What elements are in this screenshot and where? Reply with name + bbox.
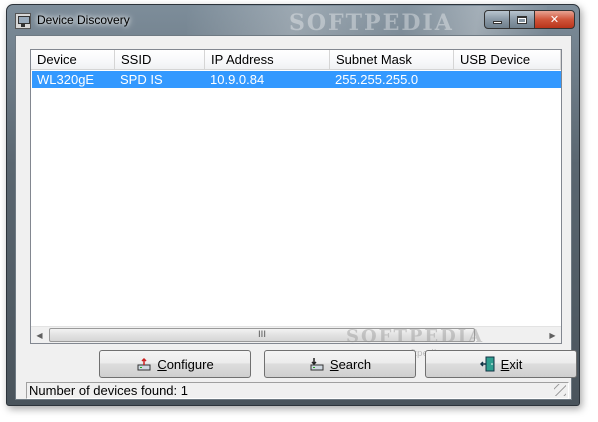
close-icon: ✕ [549, 13, 560, 26]
resize-grip-icon[interactable] [554, 384, 566, 396]
softpedia-watermark-top: SOFTPEDIA [289, 10, 454, 36]
scroll-left-arrow-icon[interactable]: ◀ [31, 327, 48, 343]
exit-label: Exit [500, 356, 523, 372]
minimize-icon [492, 21, 502, 24]
column-header-device[interactable]: Device [31, 50, 115, 70]
scroll-right-arrow-icon[interactable]: ▶ [544, 327, 561, 343]
column-header-ip-address[interactable]: IP Address [205, 50, 330, 70]
grip-lines-icon: III [258, 330, 266, 340]
device-list[interactable]: Device SSID IP Address Subnet Mask USB D… [30, 49, 562, 344]
exit-button[interactable]: Exit [425, 350, 577, 378]
maximize-icon [517, 15, 527, 24]
search-icon [310, 358, 324, 371]
column-header-subnet-mask[interactable]: Subnet Mask [330, 50, 454, 70]
close-button[interactable]: ✕ [534, 10, 575, 29]
title-bar[interactable]: Device Discovery SOFTPEDIA ✕ [7, 5, 579, 36]
search-label: Search [329, 356, 372, 372]
table-row[interactable]: WL320gE SPD IS 10.9.0.84 255.255.255.0 [32, 71, 561, 88]
status-bar: Number of devices found: 1 [26, 382, 569, 399]
app-computer-icon [15, 13, 31, 29]
column-header-usb-device[interactable]: USB Device [454, 50, 561, 70]
device-count-status: Number of devices found: 1 [29, 383, 188, 398]
window-title: Device Discovery [37, 13, 130, 27]
configure-label: Configure [157, 356, 214, 372]
configure-button[interactable]: Configure [99, 350, 251, 378]
cell-ip-address: 10.9.0.84 [210, 72, 265, 87]
cell-subnet-mask: 255.255.255.0 [335, 72, 419, 87]
minimize-button[interactable] [484, 10, 510, 29]
cell-ssid: SPD IS [120, 72, 163, 87]
device-discovery-window: Device Discovery SOFTPEDIA ✕ Device SSID… [6, 4, 580, 406]
exit-door-icon [479, 356, 495, 372]
cell-usb-device [454, 71, 561, 88]
softpedia-watermark-middle: SOFTPEDIA [346, 326, 485, 347]
search-button[interactable]: Search [264, 350, 416, 378]
cell-device: WL320gE [37, 72, 95, 87]
maximize-button[interactable] [509, 10, 535, 29]
configure-icon [137, 357, 151, 371]
list-header: Device SSID IP Address Subnet Mask USB D… [31, 50, 561, 70]
client-area: Device SSID IP Address Subnet Mask USB D… [15, 35, 577, 400]
column-header-ssid[interactable]: SSID [115, 50, 205, 70]
